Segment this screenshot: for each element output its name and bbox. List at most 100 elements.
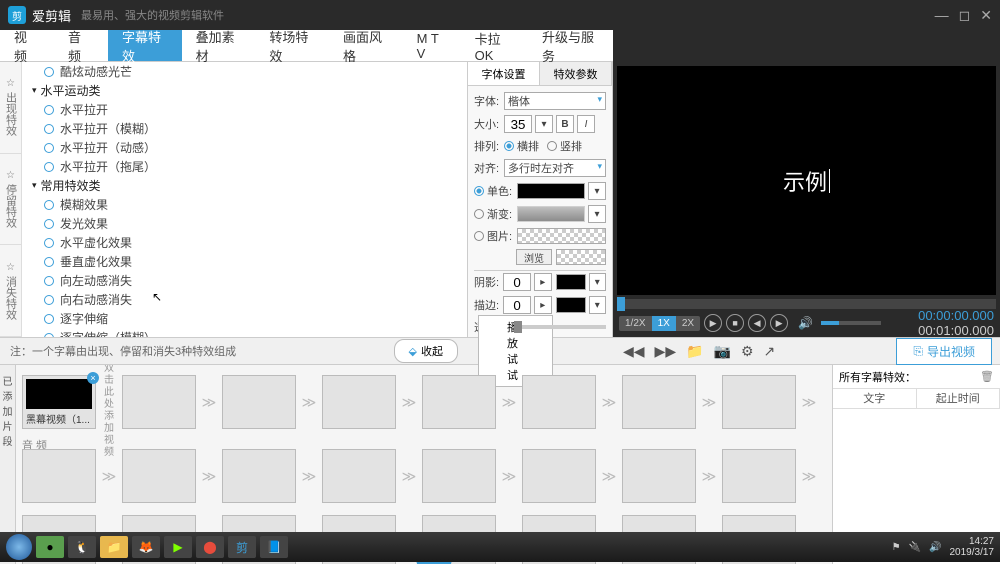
next-icon[interactable]: ▶▶ (655, 343, 677, 360)
taskbar-item[interactable]: 剪 (228, 536, 256, 558)
tab-style[interactable]: 画面风格 (329, 30, 403, 61)
image-swatch[interactable] (517, 228, 606, 244)
effect-item[interactable]: 水平拉开（拖尾） (22, 157, 467, 176)
taskbar-item[interactable]: 🦊 (132, 536, 160, 558)
taskbar-item[interactable]: 📁 (100, 536, 128, 558)
effect-item[interactable]: 酷炫动感光芒 (22, 62, 467, 81)
tab-karaoke[interactable]: 卡拉OK (461, 30, 528, 61)
clip-slot[interactable] (522, 375, 596, 429)
share-icon[interactable]: ↗ (764, 343, 776, 360)
bold-button[interactable]: B (556, 115, 574, 133)
color-swatch[interactable] (517, 183, 585, 199)
size-dropdown-icon[interactable]: ▾ (535, 115, 553, 133)
clip-slot[interactable] (222, 449, 296, 503)
stroke-input[interactable] (503, 296, 531, 314)
italic-button[interactable]: I (577, 115, 595, 133)
clip-slot[interactable] (322, 375, 396, 429)
clip-slot[interactable] (722, 449, 796, 503)
taskbar-item[interactable]: 📘 (260, 536, 288, 558)
tray-net-icon[interactable]: 🔌 (909, 542, 921, 553)
tray-flag-icon[interactable]: ⚑ (892, 542, 901, 553)
rail-appear[interactable]: ☆出现特效 (0, 62, 21, 154)
tab-audio[interactable]: 音 频 (54, 30, 108, 61)
effect-item[interactable]: 水平拉开 (22, 100, 467, 119)
start-button[interactable] (6, 534, 32, 560)
export-button[interactable]: ⎘导出视频 (896, 338, 992, 365)
clip-item[interactable]: ×黑幕视频（1... (22, 375, 96, 429)
play-button[interactable]: ▶ (704, 314, 722, 332)
effect-item[interactable]: 水平拉开（动感） (22, 138, 467, 157)
font-select[interactable]: 楷体 (504, 92, 606, 110)
shadow-color-dropdown-icon[interactable]: ▾ (589, 273, 606, 291)
speed-toggle[interactable]: 1/2X1X2X (619, 316, 700, 331)
effect-item[interactable]: 发光效果 (22, 214, 467, 233)
clip-slot[interactable] (422, 449, 496, 503)
image-swatch-2[interactable] (556, 249, 606, 265)
clip-slot[interactable] (522, 449, 596, 503)
folder-icon[interactable]: 📁 (686, 343, 703, 360)
tab-subtitle-fx[interactable]: 字幕特效 (108, 30, 182, 61)
taskbar-item[interactable]: ⬤ (196, 536, 224, 558)
gradient-swatch[interactable] (517, 206, 585, 222)
tab-overlay[interactable]: 叠加素材 (182, 30, 256, 61)
volume-icon[interactable]: 🔊 (798, 316, 813, 330)
tab-transition[interactable]: 转场特效 (255, 30, 329, 61)
effect-item[interactable]: 向左动感消失 (22, 271, 467, 290)
radio-image[interactable] (474, 231, 484, 241)
rail-disappear[interactable]: ☆消失特效 (0, 245, 21, 337)
taskbar-item[interactable]: ▶ (164, 536, 192, 558)
clip-slot[interactable] (422, 375, 496, 429)
effect-category[interactable]: ▾水平运动类 (22, 81, 467, 100)
volume-slider[interactable] (821, 321, 881, 325)
gradient-dropdown-icon[interactable]: ▾ (588, 205, 606, 223)
color-dropdown-icon[interactable]: ▾ (588, 182, 606, 200)
proptab-params[interactable]: 特效参数 (540, 62, 612, 85)
taskbar-item[interactable]: ● (36, 536, 64, 558)
size-input[interactable] (504, 115, 532, 133)
rail-stay[interactable]: ☆停留特效 (0, 154, 21, 246)
clip-slot[interactable] (622, 449, 696, 503)
prev-frame-button[interactable]: ◀ (748, 314, 766, 332)
proptab-font[interactable]: 字体设置 (468, 62, 540, 85)
radio-solid[interactable] (474, 186, 484, 196)
stroke-color-dropdown-icon[interactable]: ▾ (589, 296, 606, 314)
browse-button[interactable]: 浏览 (516, 249, 552, 265)
tray-vol-icon[interactable]: 🔊 (929, 542, 941, 553)
remove-clip-icon[interactable]: × (87, 372, 99, 384)
effect-item[interactable]: 水平拉开（模糊） (22, 119, 467, 138)
radio-gradient[interactable] (474, 209, 484, 219)
shadow-color[interactable] (556, 274, 586, 290)
clip-slot[interactable] (622, 375, 696, 429)
scrubber[interactable] (617, 299, 996, 309)
tab-upgrade[interactable]: 升级与服务 (528, 30, 613, 61)
effect-item[interactable]: 逐字伸缩 (22, 309, 467, 328)
align-select[interactable]: 多行时左对齐 (504, 159, 606, 177)
shadow-step-icon[interactable]: ▸ (534, 273, 551, 291)
clip-slot[interactable] (722, 375, 796, 429)
effect-list[interactable]: ↖ 酷炫动感光芒▾水平运动类水平拉开水平拉开（模糊）水平拉开（动感）水平拉开（拖… (22, 62, 468, 337)
effect-category[interactable]: ▾常用特效类 (22, 176, 467, 195)
close-icon[interactable]: ✕ (980, 7, 992, 24)
clip-slot[interactable] (122, 375, 196, 429)
settings-icon[interactable]: ⚙ (741, 343, 754, 360)
opacity-slider[interactable] (514, 325, 606, 329)
minimize-icon[interactable]: — (935, 7, 949, 24)
stroke-color[interactable] (556, 297, 586, 313)
effect-item[interactable]: 水平虚化效果 (22, 233, 467, 252)
effect-item[interactable]: 模糊效果 (22, 195, 467, 214)
clip-slot[interactable] (122, 449, 196, 503)
effect-item[interactable]: 垂直虚化效果 (22, 252, 467, 271)
clip-slot[interactable] (22, 449, 96, 503)
next-frame-button[interactable]: ▶ (770, 314, 788, 332)
taskbar-item[interactable]: 🐧 (68, 536, 96, 558)
radio-horizontal[interactable] (504, 141, 514, 151)
tab-video[interactable]: 视 频 (0, 30, 54, 61)
delete-icon[interactable]: 🗑 (980, 370, 994, 383)
shadow-input[interactable] (503, 273, 531, 291)
maximize-icon[interactable]: ◻ (959, 7, 971, 24)
effect-item[interactable]: 逐字伸缩（模糊） (22, 328, 467, 337)
stop-button[interactable]: ■ (726, 314, 744, 332)
snapshot-icon[interactable]: 📷 (714, 343, 731, 360)
clip-slot[interactable] (222, 375, 296, 429)
stroke-step-icon[interactable]: ▸ (534, 296, 551, 314)
